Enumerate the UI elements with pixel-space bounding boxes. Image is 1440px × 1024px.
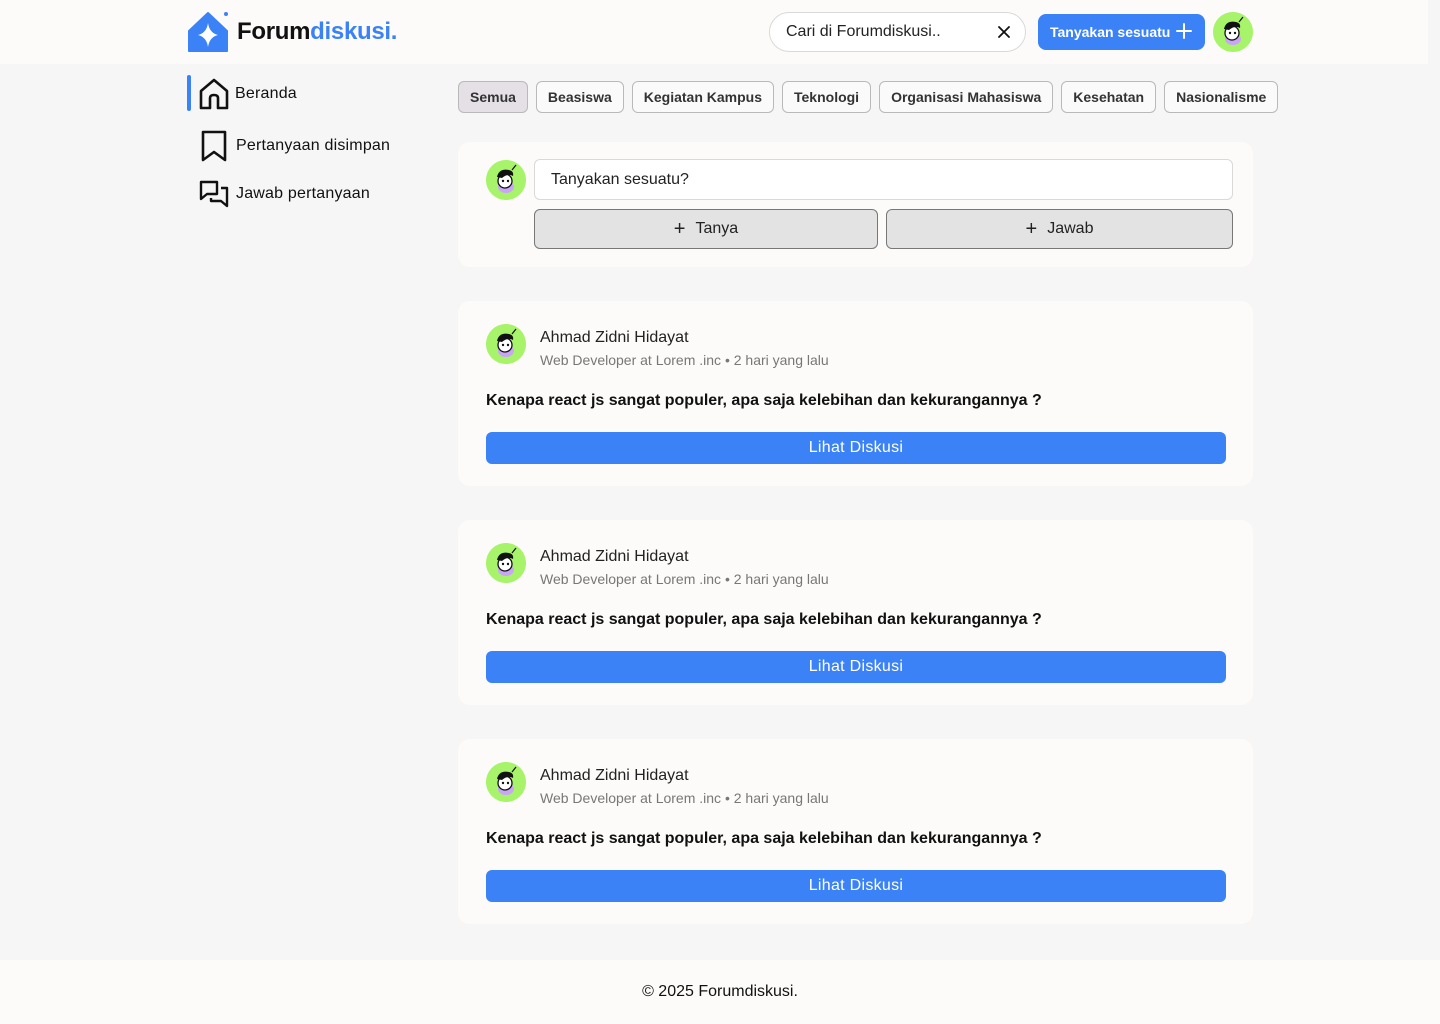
logo-text-primary: Forum: [237, 18, 311, 45]
author-name[interactable]: Ahmad Zidni Hidayat: [540, 548, 689, 566]
top-header: Forumdiskusi. Tanyakan sesuatu: [0, 0, 1428, 64]
category-chip-beasiswa[interactable]: Beasiswa: [535, 81, 624, 113]
tanya-button[interactable]: + Tanya: [534, 209, 878, 249]
footer-copyright: © 2025 Forumdiskusi.: [642, 983, 798, 1000]
footer: © 2025 Forumdiskusi.: [0, 960, 1440, 1024]
view-discussion-button[interactable]: Lihat Diskusi: [486, 870, 1226, 902]
sidebar-item-label: Pertanyaan disimpan: [236, 137, 391, 154]
sidebar-item-label: Jawab pertanyaan: [236, 185, 370, 202]
tanya-label: Tanya: [695, 220, 739, 237]
category-chip-kesehatan[interactable]: Kesehatan: [1061, 81, 1157, 113]
sidebar-item-label: Beranda: [235, 85, 297, 102]
sidebar-item-beranda[interactable]: Beranda: [199, 77, 297, 111]
author-avatar[interactable]: [486, 762, 526, 802]
post-card: Ahmad Zidni Hidayat Web Developer at Lor…: [458, 520, 1253, 705]
author-name[interactable]: Ahmad Zidni Hidayat: [540, 329, 689, 347]
home-icon: [199, 77, 229, 111]
post-question: Kenapa react js sangat populer, apa saja…: [486, 611, 1042, 628]
author-name[interactable]: Ahmad Zidni Hidayat: [540, 767, 689, 785]
plus-icon: [1175, 22, 1193, 43]
user-avatar[interactable]: [1213, 12, 1253, 52]
category-chip-teknologi[interactable]: Teknologi: [782, 81, 872, 113]
active-nav-indicator: [187, 75, 191, 111]
post-question: Kenapa react js sangat populer, apa saja…: [486, 830, 1042, 847]
post-question: Kenapa react js sangat populer, apa saja…: [486, 392, 1042, 409]
chat-bubbles-icon: [199, 177, 229, 211]
post-card: Ahmad Zidni Hidayat Web Developer at Lor…: [458, 739, 1253, 924]
search-input[interactable]: [786, 23, 997, 41]
view-discussion-button[interactable]: Lihat Diskusi: [486, 432, 1226, 464]
category-chip-organisasi-mahasiswa[interactable]: Organisasi Mahasiswa: [879, 81, 1054, 113]
category-filter-bar: Semua Beasiswa Kegiatan Kampus Teknologi…: [458, 81, 1279, 113]
ask-question-input[interactable]: [534, 159, 1233, 200]
author-avatar[interactable]: [486, 543, 526, 583]
logo-sparkle-icon: [187, 11, 229, 53]
post-card: Ahmad Zidni Hidayat Web Developer at Lor…: [458, 301, 1253, 486]
close-icon[interactable]: [997, 25, 1011, 39]
author-meta: Web Developer at Lorem .inc • 2 hari yan…: [540, 571, 829, 587]
category-chip-nasionalisme[interactable]: Nasionalisme: [1164, 81, 1279, 113]
composer-avatar: [486, 160, 526, 200]
search-bar: [769, 12, 1026, 52]
plus-icon: +: [1025, 218, 1038, 240]
author-meta: Web Developer at Lorem .inc • 2 hari yan…: [540, 790, 829, 806]
author-avatar[interactable]: [486, 324, 526, 364]
ask-composer-card: + Tanya + Jawab: [458, 142, 1253, 267]
category-chip-semua[interactable]: Semua: [458, 81, 528, 113]
author-meta: Web Developer at Lorem .inc • 2 hari yan…: [540, 352, 829, 368]
jawab-button[interactable]: + Jawab: [886, 209, 1233, 249]
logo-text-accent: diskusi.: [310, 18, 398, 45]
logo-text: Forumdiskusi.: [237, 18, 397, 46]
plus-icon: +: [673, 218, 686, 240]
bookmark-icon: [199, 129, 229, 163]
view-discussion-button[interactable]: Lihat Diskusi: [486, 651, 1226, 683]
category-chip-kegiatan-kampus[interactable]: Kegiatan Kampus: [631, 81, 774, 113]
sidebar-item-pertanyaan-disimpan[interactable]: Pertanyaan disimpan: [199, 129, 390, 163]
ask-question-label: Tanyakan sesuatu: [1050, 24, 1171, 40]
jawab-label: Jawab: [1047, 220, 1094, 237]
sidebar-item-jawab-pertanyaan[interactable]: Jawab pertanyaan: [199, 177, 370, 211]
ask-question-button[interactable]: Tanyakan sesuatu: [1038, 14, 1205, 50]
logo[interactable]: Forumdiskusi.: [187, 11, 397, 53]
